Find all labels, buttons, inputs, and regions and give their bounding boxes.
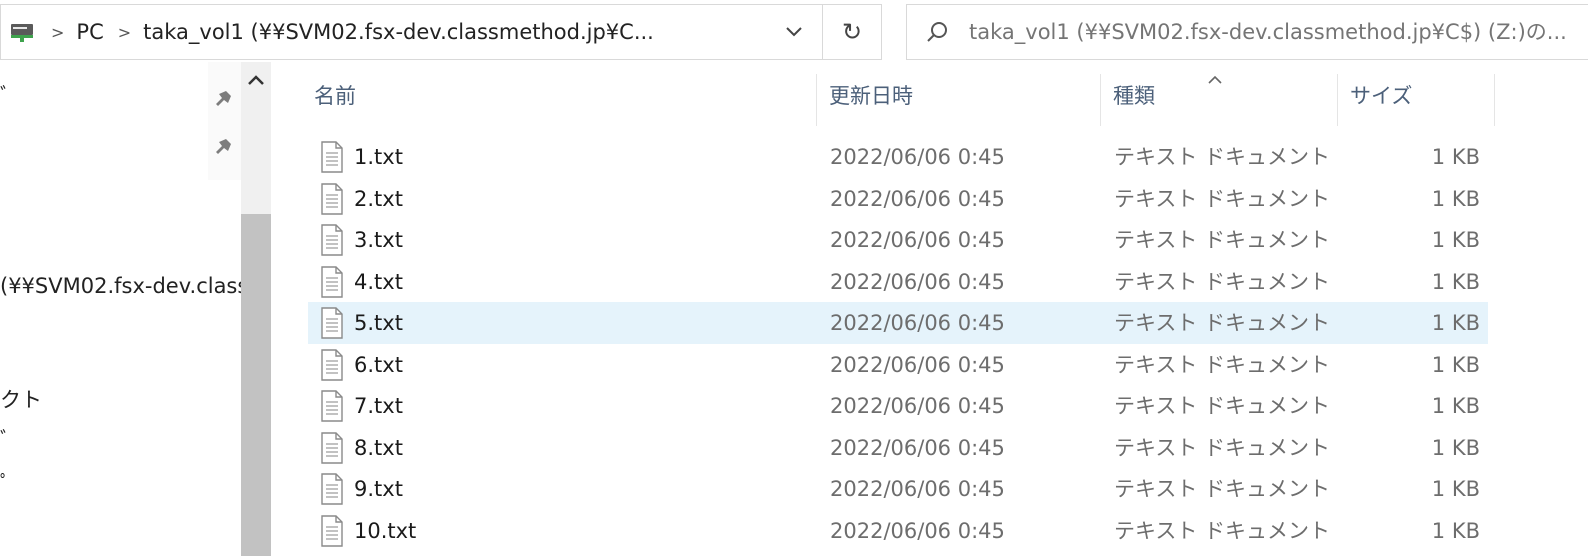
file-name: 6.txt — [354, 352, 403, 377]
file-row[interactable]: 7.txt 2022/06/06 0:45 テキスト ドキュメント 1 KB — [308, 385, 1488, 427]
file-type: テキスト ドキュメント — [1114, 477, 1331, 501]
column-header-date[interactable]: 更新日時 — [817, 62, 1100, 128]
address-history-button[interactable] — [765, 5, 823, 59]
file-type: テキスト ドキュメント — [1114, 394, 1331, 418]
file-row[interactable]: 9.txt 2022/06/06 0:45 テキスト ドキュメント 1 KB — [308, 468, 1488, 510]
file-type: テキスト ドキュメント — [1114, 311, 1331, 335]
file-row[interactable]: 3.txt 2022/06/06 0:45 テキスト ドキュメント 1 KB — [308, 219, 1488, 261]
breadcrumb-separator-icon: > — [117, 22, 132, 42]
search-icon — [907, 20, 967, 44]
file-size: 1 KB — [1431, 269, 1480, 294]
file-name: 3.txt — [354, 228, 403, 252]
text-file-icon — [320, 514, 344, 551]
file-type: テキスト ドキュメント — [1114, 435, 1331, 460]
text-file-icon — [320, 182, 344, 219]
column-header-type[interactable]: 種類 — [1101, 62, 1337, 128]
column-header-size-label: サイズ — [1350, 84, 1413, 108]
column-header-date-label: 更新日時 — [829, 84, 913, 108]
text-file-icon — [320, 141, 344, 177]
file-size: 1 KB — [1431, 518, 1480, 543]
file-date: 2022/06/06 0:45 — [830, 269, 1005, 294]
column-divider[interactable] — [1494, 74, 1495, 126]
chevron-down-icon — [785, 27, 802, 37]
file-date: 2022/06/06 0:45 — [830, 352, 1005, 377]
file-row[interactable]: 5.txt 2022/06/06 0:45 テキスト ドキュメント 1 KB — [308, 302, 1488, 344]
file-row[interactable]: 10.txt 2022/06/06 0:45 テキスト ドキュメント 1 KB — [308, 510, 1488, 552]
file-list[interactable]: 名前 更新日時 種類 サイズ 1.txt 2022/06/06 0:45 テキスト … — [272, 62, 1588, 556]
file-name: 10.txt — [354, 518, 417, 543]
text-file-icon — [320, 473, 344, 509]
pin-icon[interactable] — [210, 136, 234, 162]
network-drive-icon — [1, 5, 43, 59]
file-row[interactable]: 1.txt 2022/06/06 0:45 テキスト ドキュメント 1 KB — [308, 136, 1488, 178]
file-size: 1 KB — [1431, 228, 1480, 252]
file-type: テキスト ドキュメント — [1114, 269, 1331, 294]
search-box[interactable] — [906, 4, 1588, 60]
pin-icon[interactable] — [210, 88, 234, 114]
nav-scrollbar[interactable] — [241, 62, 271, 556]
refresh-icon: ↻ — [841, 18, 863, 46]
file-row[interactable]: 2.txt 2022/06/06 0:45 テキスト ドキュメント 1 KB — [308, 178, 1488, 220]
breadcrumb-separator-icon: > — [51, 22, 65, 42]
nav-item-fragment[interactable]: ﾞ — [0, 80, 11, 110]
file-name: 2.txt — [354, 186, 403, 211]
file-date: 2022/06/06 0:45 — [830, 518, 1005, 543]
file-size: 1 KB — [1431, 477, 1480, 501]
nav-item-fragment[interactable]: ﾞ — [0, 424, 11, 454]
file-size: 1 KB — [1431, 186, 1480, 211]
column-header-name[interactable]: 名前 — [302, 62, 816, 128]
navigation-pane[interactable]: ﾞ (¥¥SVM02.fsx-dev.class クト ﾞ ﾟ — [0, 62, 272, 556]
quick-access-pin-area — [208, 62, 241, 180]
address-bar[interactable]: > PC > taka_vol1 (¥¥SVM02.fsx-dev.classm… — [0, 4, 882, 60]
file-date: 2022/06/06 0:45 — [830, 311, 1005, 335]
file-size: 1 KB — [1431, 352, 1480, 377]
text-file-icon — [320, 431, 344, 468]
text-file-icon — [320, 307, 344, 343]
column-header-name-label: 名前 — [314, 84, 356, 108]
file-name: 8.txt — [354, 435, 403, 460]
file-size: 1 KB — [1431, 435, 1480, 460]
file-row[interactable]: 4.txt 2022/06/06 0:45 テキスト ドキュメント 1 KB — [308, 261, 1488, 303]
text-file-icon — [320, 390, 344, 426]
search-input[interactable] — [967, 19, 1581, 45]
file-type: テキスト ドキュメント — [1114, 186, 1331, 211]
breadcrumb-pc[interactable]: PC — [76, 20, 103, 44]
file-name: 1.txt — [354, 145, 403, 169]
chevron-up-icon — [248, 75, 264, 85]
file-row[interactable]: 8.txt 2022/06/06 0:45 テキスト ドキュメント 1 KB — [308, 427, 1488, 469]
file-date: 2022/06/06 0:45 — [830, 186, 1005, 211]
text-file-icon — [320, 265, 344, 302]
file-type: テキスト ドキュメント — [1114, 145, 1331, 169]
file-size: 1 KB — [1431, 394, 1480, 418]
refresh-button[interactable]: ↻ — [823, 5, 881, 59]
file-date: 2022/06/06 0:45 — [830, 228, 1005, 252]
file-row[interactable]: 6.txt 2022/06/06 0:45 テキスト ドキュメント 1 KB — [308, 344, 1488, 386]
text-file-icon — [320, 348, 344, 385]
file-name: 7.txt — [354, 394, 403, 418]
file-name: 4.txt — [354, 269, 403, 294]
scroll-thumb[interactable] — [241, 214, 271, 556]
text-file-icon — [320, 224, 344, 260]
nav-item-fragment[interactable]: クト — [0, 384, 42, 414]
scroll-up-button[interactable] — [241, 74, 271, 114]
file-name: 5.txt — [354, 311, 403, 335]
nav-item-fragment[interactable]: ﾟ — [0, 468, 11, 498]
file-date: 2022/06/06 0:45 — [830, 435, 1005, 460]
column-header-size[interactable]: サイズ — [1338, 62, 1494, 128]
file-date: 2022/06/06 0:45 — [830, 394, 1005, 418]
file-date: 2022/06/06 0:45 — [830, 145, 1005, 169]
nav-item-network-volume[interactable]: (¥¥SVM02.fsx-dev.class — [0, 274, 248, 298]
breadcrumb-volume[interactable]: taka_vol1 (¥¥SVM02.fsx-dev.classmethod.j… — [143, 20, 654, 44]
file-type: テキスト ドキュメント — [1114, 352, 1331, 377]
file-type: テキスト ドキュメント — [1114, 228, 1331, 252]
file-date: 2022/06/06 0:45 — [830, 477, 1005, 501]
file-name: 9.txt — [354, 477, 403, 501]
file-type: テキスト ドキュメント — [1114, 518, 1331, 543]
column-header-type-label: 種類 — [1113, 84, 1155, 108]
file-size: 1 KB — [1431, 311, 1480, 335]
file-size: 1 KB — [1431, 145, 1480, 169]
